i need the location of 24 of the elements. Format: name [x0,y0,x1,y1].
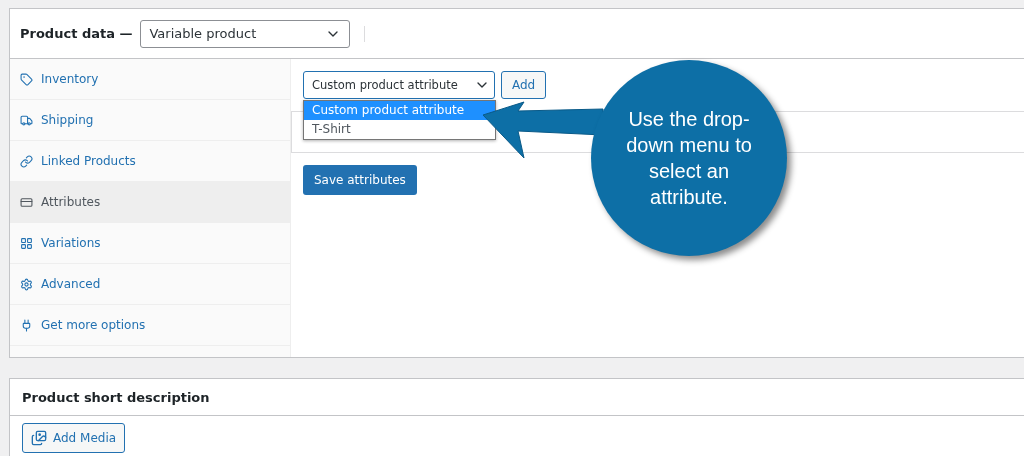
tab-icon [20,318,33,332]
tab-icon [20,277,33,291]
sidebar-tab[interactable]: Variations [10,223,290,264]
media-icon [31,430,47,446]
sidebar-tab[interactable]: Inventory [10,59,290,100]
tab-icon [20,72,33,86]
add-button[interactable]: Add [501,71,547,99]
product-type-select[interactable]: Variable product [140,19,351,48]
dropdown-option[interactable]: Custom product attribute [304,101,495,120]
dropdown-option[interactable]: T-Shirt [304,120,495,139]
sidebar-tab[interactable]: Shipping [10,100,290,141]
panel-title: Product short description [22,389,210,405]
tab-icon [20,113,33,127]
sidebar-tab[interactable]: Attributes [10,182,290,223]
add-media-button[interactable]: Add Media [22,423,126,453]
sidebar-tab[interactable]: Advanced [10,264,290,305]
panel-title: Product data — [20,26,133,41]
save-attributes-button[interactable]: Save attributes [303,165,417,195]
sidebar-tab[interactable]: Get more options [10,305,290,346]
tab-icon [20,195,33,209]
attribute-select[interactable]: Custom product attribute [303,71,495,99]
callout-text: Use the drop-down menu to select an attribute. [625,107,753,210]
tab-icon [20,236,33,250]
tab-icon [20,154,33,168]
